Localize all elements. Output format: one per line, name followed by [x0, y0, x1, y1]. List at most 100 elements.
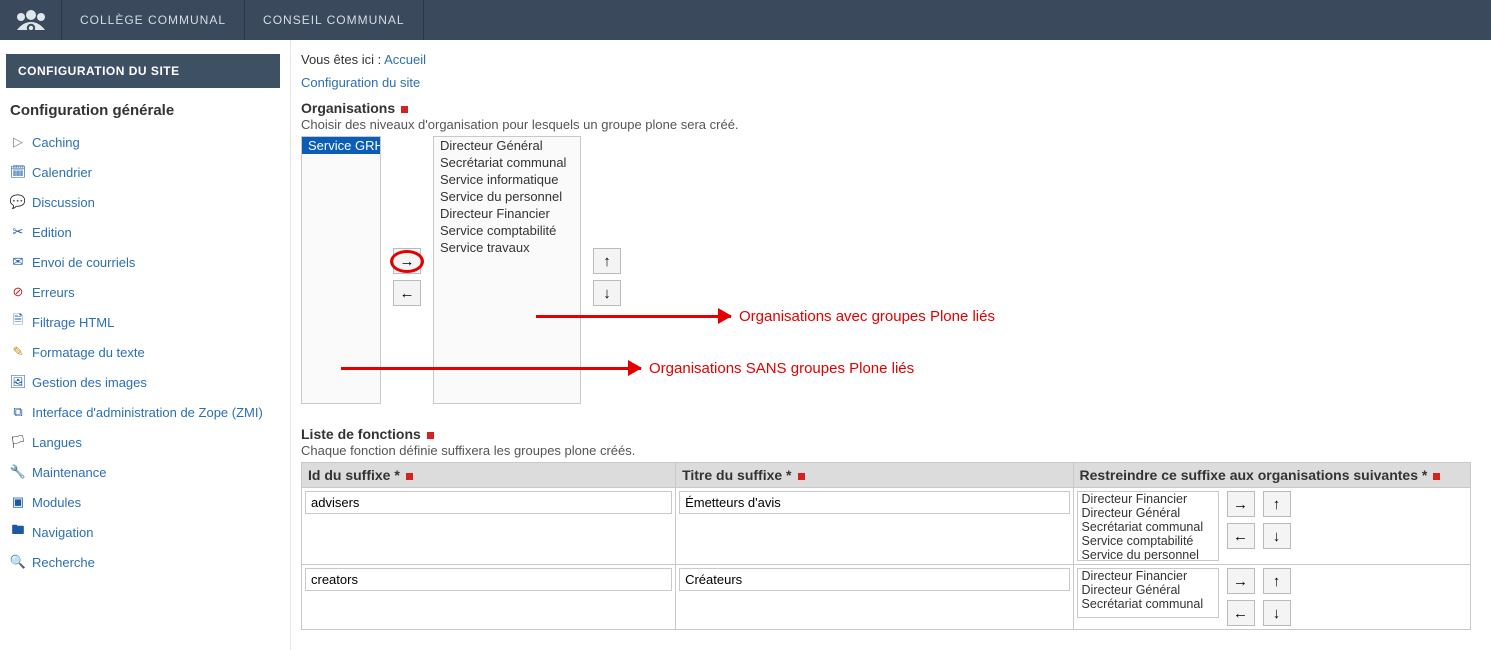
- sidebar-item-label: Filtrage HTML: [32, 315, 114, 330]
- list-item[interactable]: Directeur Financier: [434, 205, 580, 222]
- list-item[interactable]: Service travaux: [434, 239, 580, 256]
- sidebar-item-label: Formatage du texte: [32, 345, 145, 360]
- move-up-button[interactable]: ↑: [1263, 491, 1291, 517]
- col-id-header: Id du suffixe *: [302, 463, 676, 488]
- tab-conseil-communal[interactable]: CONSEIL COMMUNAL: [245, 0, 424, 40]
- image-icon: 🖼: [10, 374, 26, 390]
- annotation-text: Organisations avec groupes Plone liés: [739, 308, 995, 325]
- annotation-arrow-with: Organisations avec groupes Plone liés: [536, 308, 995, 325]
- sidebar-item-modules[interactable]: ▣Modules: [6, 487, 280, 517]
- config-site-link[interactable]: Configuration du site: [301, 75, 420, 90]
- organisations-label: Organisations: [301, 100, 395, 116]
- move-up-button[interactable]: ↑: [1263, 568, 1291, 594]
- sidebar-item-label: Caching: [32, 135, 80, 150]
- sidebar-item-label: Maintenance: [32, 465, 106, 480]
- breadcrumb: Vous êtes ici : Accueil: [301, 52, 1471, 67]
- sidebar-item-navigation[interactable]: 🖿Navigation: [6, 517, 280, 547]
- forward-icon: ▷: [10, 134, 26, 150]
- organisations-help: Choisir des niveaux d'organisation pour …: [301, 117, 1471, 132]
- functions-label: Liste de fonctions: [301, 426, 421, 442]
- list-item[interactable]: Secrétariat communal: [1078, 520, 1218, 534]
- suffix-title-input[interactable]: [679, 568, 1069, 591]
- move-down-button[interactable]: ↓: [1263, 600, 1291, 626]
- col-title-header: Titre du suffixe *: [676, 463, 1073, 488]
- required-dot-icon: [406, 473, 413, 480]
- search-icon: 🔍: [10, 554, 26, 570]
- move-left-button[interactable]: ←: [1227, 523, 1255, 549]
- sidebar-item-filtrage-html[interactable]: 🗎Filtrage HTML: [6, 307, 280, 337]
- breadcrumb-prefix: Vous êtes ici :: [301, 52, 384, 67]
- sidebar-item-discussion[interactable]: 💬 Discussion: [6, 187, 280, 217]
- move-up-button[interactable]: ↑: [593, 248, 621, 274]
- required-dot-icon: [1433, 473, 1440, 480]
- list-item[interactable]: Directeur Général: [1078, 506, 1218, 520]
- list-item[interactable]: Service GRH: [302, 137, 380, 154]
- restrict-orgs-list[interactable]: Directeur Financier Directeur Général Se…: [1077, 568, 1219, 618]
- app-logo[interactable]: [0, 0, 62, 40]
- list-item[interactable]: Secrétariat communal: [434, 154, 580, 171]
- functions-field: Liste de fonctions Chaque fonction défin…: [301, 426, 1471, 630]
- sidebar-item-calendrier[interactable]: 🗓Calendrier: [6, 157, 280, 187]
- sidebar-item-maintenance[interactable]: 🔧 Maintenance: [6, 457, 280, 487]
- annotation-text: Organisations SANS groupes Plone liés: [649, 360, 914, 377]
- move-right-button[interactable]: →: [1227, 491, 1255, 517]
- move-down-button[interactable]: ↓: [1263, 523, 1291, 549]
- tab-college-communal[interactable]: COLLÈGE COMMUNAL: [62, 0, 245, 40]
- suffix-id-input[interactable]: [305, 491, 672, 514]
- breadcrumb-home-link[interactable]: Accueil: [384, 52, 426, 67]
- list-item[interactable]: Service du personnel: [434, 188, 580, 205]
- sidebar-item-gestion-images[interactable]: 🖼 Gestion des images: [6, 367, 280, 397]
- sidebar-item-formatage-texte[interactable]: ✎ Formatage du texte: [6, 337, 280, 367]
- move-right-button[interactable]: →: [1227, 568, 1255, 594]
- sidebar-item-label: Recherche: [32, 555, 95, 570]
- calendar-icon: 🗓: [10, 164, 26, 180]
- sidebar-item-erreurs[interactable]: ⊘ Erreurs: [6, 277, 280, 307]
- move-down-button[interactable]: ↓: [593, 280, 621, 306]
- suffix-id-input[interactable]: [305, 568, 672, 591]
- wrench-icon: 🔧: [10, 464, 26, 480]
- sidebar-item-label: Gestion des images: [32, 375, 147, 390]
- sidebar-item-label: Interface d'administration de Zope (ZMI): [32, 405, 263, 420]
- tree-icon: 🖿: [10, 524, 26, 540]
- sidebar-item-caching[interactable]: ▷ Caching: [6, 127, 280, 157]
- sidebar: CONFIGURATION DU SITE Configuration géné…: [0, 40, 290, 650]
- col-restrict-header: Restreindre ce suffixe aux organisations…: [1073, 463, 1470, 488]
- external-link-icon: ⧉: [10, 404, 26, 420]
- list-item[interactable]: Directeur Financier: [1078, 569, 1218, 583]
- pencil-icon: ✎: [10, 344, 26, 360]
- required-dot-icon: [401, 106, 408, 113]
- functions-table: Id du suffixe * Titre du suffixe * Restr…: [301, 462, 1471, 630]
- sidebar-item-envoi-courriels[interactable]: ✉Envoi de courriels: [6, 247, 280, 277]
- required-dot-icon: [427, 432, 434, 439]
- list-item[interactable]: Service informatique: [434, 171, 580, 188]
- sidebar-item-zmi[interactable]: ⧉ Interface d'administration de Zope (ZMI…: [6, 397, 280, 427]
- speech-bubble-icon: 💬: [10, 194, 26, 210]
- error-icon: ⊘: [10, 284, 26, 300]
- functions-help: Chaque fonction définie suffixera les gr…: [301, 443, 1471, 458]
- sidebar-item-edition[interactable]: ✂Edition: [6, 217, 280, 247]
- organisations-field: Organisations Choisir des niveaux d'orga…: [301, 100, 1471, 404]
- flag-icon: 🏳: [10, 434, 26, 450]
- restrict-orgs-list[interactable]: Directeur Financier Directeur Général Se…: [1077, 491, 1219, 561]
- required-dot-icon: [798, 473, 805, 480]
- move-right-button[interactable]: →: [393, 248, 421, 274]
- list-item[interactable]: Directeur Financier: [1078, 492, 1218, 506]
- list-item[interactable]: Secrétariat communal: [1078, 597, 1218, 611]
- list-item[interactable]: Directeur Général: [1078, 583, 1218, 597]
- sidebar-item-label: Envoi de courriels: [32, 255, 135, 270]
- move-left-button[interactable]: ←: [393, 280, 421, 306]
- list-item[interactable]: Service comptabilité: [1078, 534, 1218, 548]
- sidebar-item-label: Erreurs: [32, 285, 75, 300]
- sidebar-item-label: Langues: [32, 435, 82, 450]
- top-navbar: COLLÈGE COMMUNAL CONSEIL COMMUNAL: [0, 0, 1491, 40]
- package-icon: ▣: [10, 494, 26, 510]
- list-item[interactable]: Service comptabilité: [434, 222, 580, 239]
- sidebar-section-title: Configuration générale: [10, 102, 280, 119]
- sidebar-item-recherche[interactable]: 🔍 Recherche: [6, 547, 280, 577]
- move-left-button[interactable]: ←: [1227, 600, 1255, 626]
- list-item[interactable]: Directeur Général: [434, 137, 580, 154]
- list-item[interactable]: Service du personnel: [1078, 548, 1218, 561]
- sidebar-item-label: Discussion: [32, 195, 95, 210]
- suffix-title-input[interactable]: [679, 491, 1069, 514]
- sidebar-item-langues[interactable]: 🏳 Langues: [6, 427, 280, 457]
